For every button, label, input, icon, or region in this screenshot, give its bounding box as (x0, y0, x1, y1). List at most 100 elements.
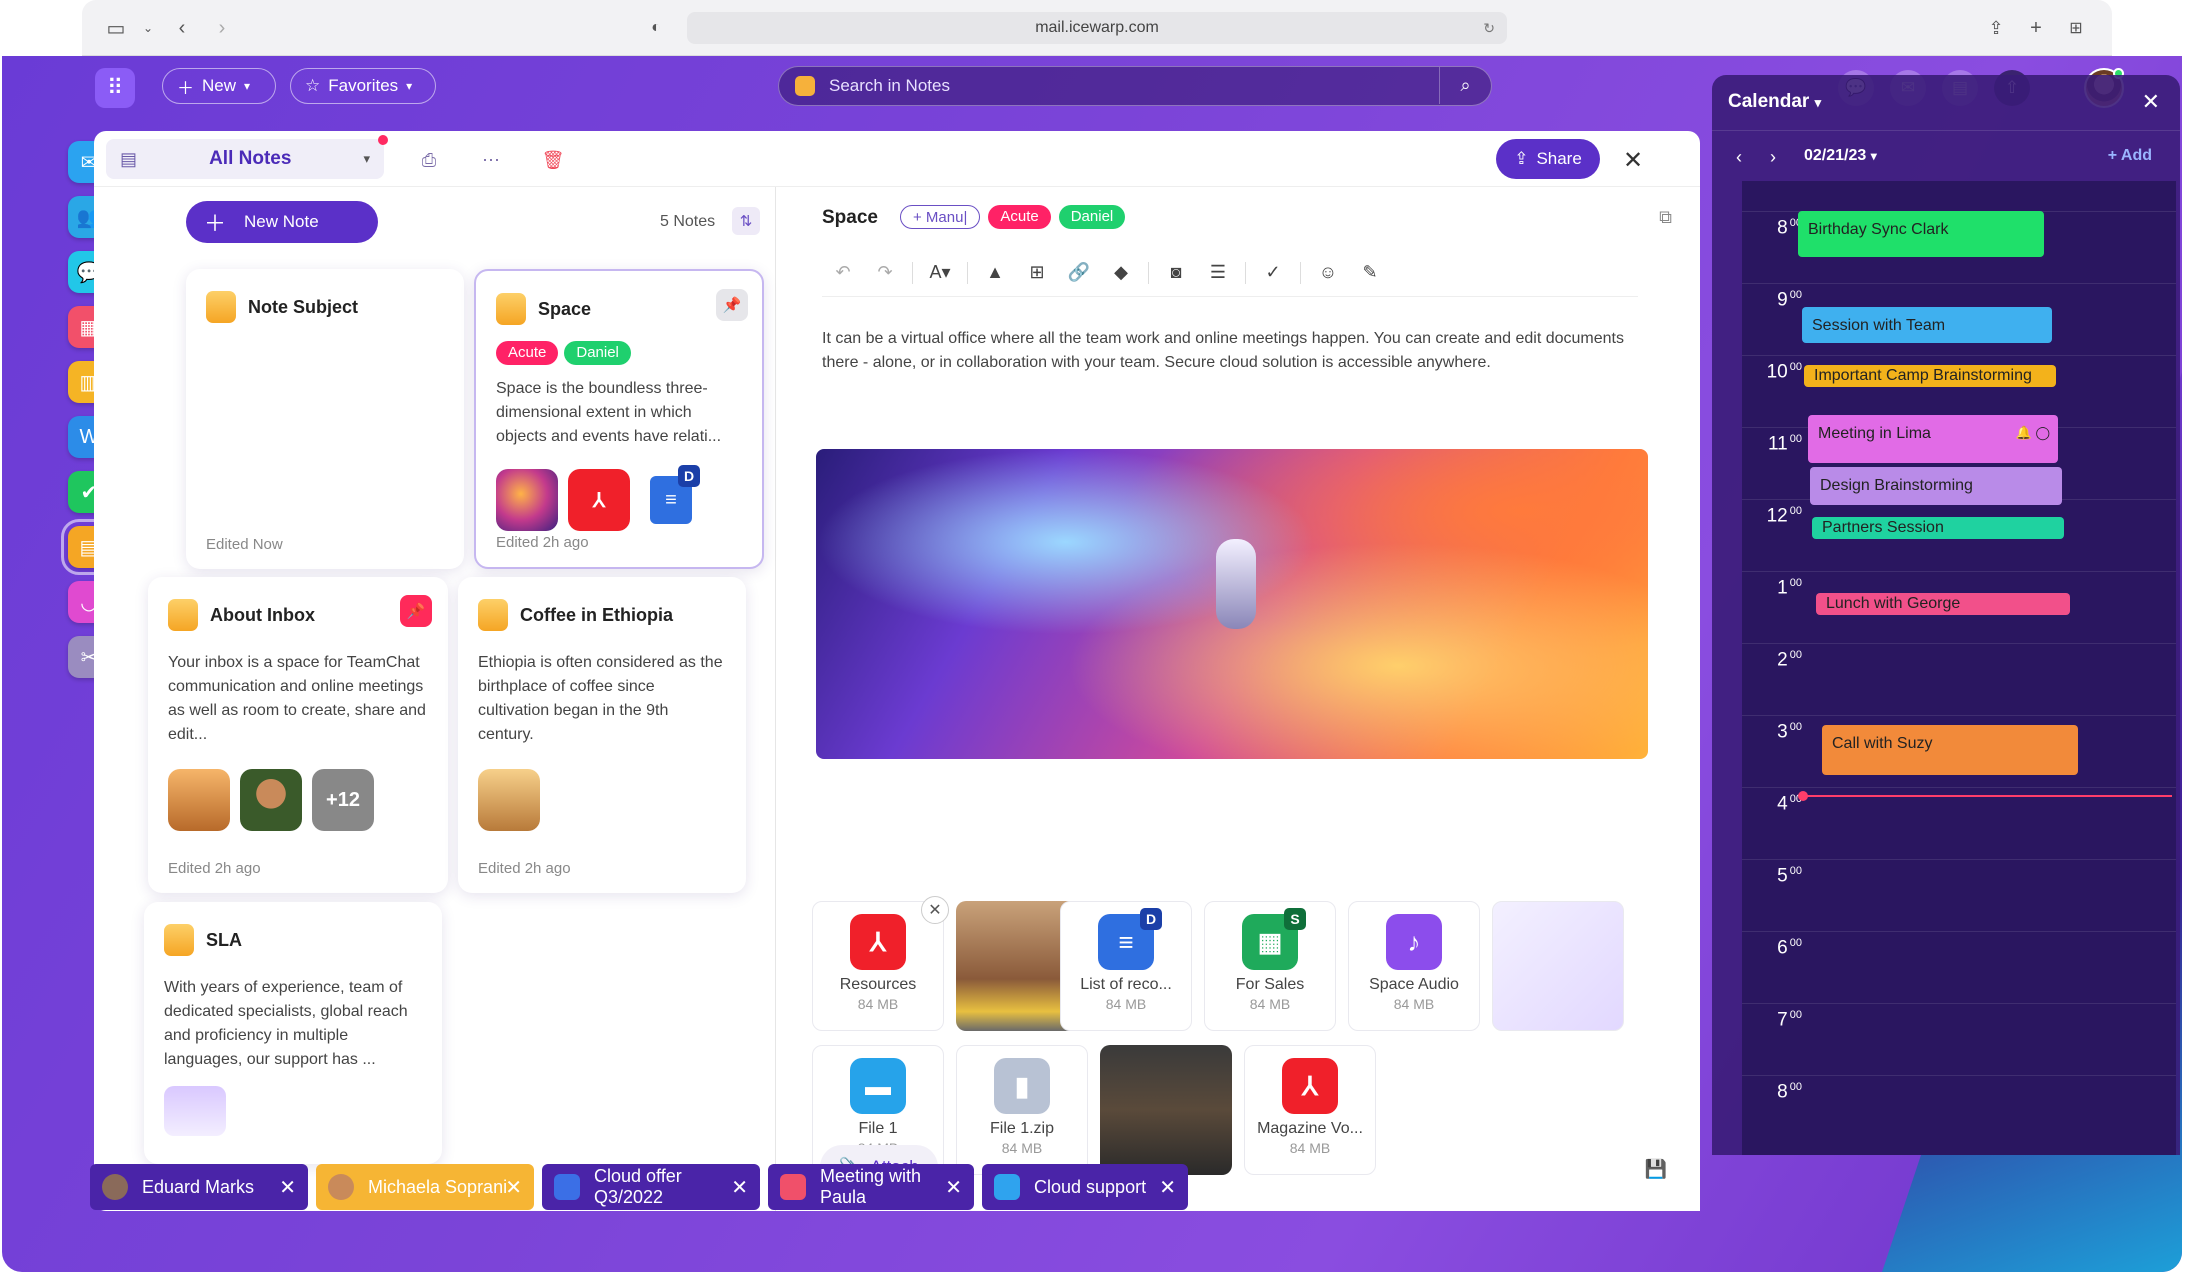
new-tab-icon[interactable]: + (2022, 14, 2050, 42)
checklist-icon[interactable]: ☰ (1197, 262, 1239, 283)
attachment-space-audio[interactable]: ♪ Space Audio 84 MB (1348, 901, 1480, 1031)
share-button[interactable]: ⇪ Share (1496, 139, 1600, 179)
portrait-image-thumb[interactable] (240, 769, 302, 831)
apps-grid-icon[interactable]: ⠿ (95, 68, 135, 108)
next-day-icon[interactable]: › (1770, 147, 1776, 168)
favorites-button[interactable]: ☆ Favorites ▾ (290, 68, 436, 104)
toolbar-divider (912, 261, 913, 284)
sidebar-toggle-icon[interactable]: ▭ (102, 14, 130, 42)
docs-icon[interactable]: ≡ D (640, 465, 702, 531)
pyramids-image-thumb[interactable] (168, 769, 230, 831)
more-attachments[interactable]: +12 (312, 769, 374, 831)
share-icon[interactable]: ⇪ (1982, 14, 2010, 42)
remove-attachment-icon[interactable]: ✕ (921, 896, 949, 924)
print-icon[interactable]: ⎙ (416, 147, 442, 173)
tag-acute[interactable]: Acute (496, 341, 559, 365)
attachment-magazine[interactable]: ⅄ Magazine Vo... 84 MB (1244, 1045, 1376, 1175)
taskbar-tab[interactable]: Eduard Marks ✕ (90, 1164, 308, 1210)
note-card[interactable]: About Inbox 📌 Your inbox is a space for … (148, 577, 448, 893)
calendar-event[interactable]: Session with Team (1802, 307, 2052, 343)
ethiopia-image-thumb[interactable] (478, 769, 540, 831)
spellcheck-icon[interactable]: ✓ (1252, 262, 1294, 283)
taskbar-tab[interactable]: Meeting with Paula ✕ (768, 1164, 974, 1210)
redo-icon[interactable]: ↷ (864, 262, 906, 283)
note-card[interactable]: Note Subject Edited Now (186, 269, 464, 569)
add-event-button[interactable]: + Add (2108, 147, 2152, 165)
prev-day-icon[interactable]: ‹ (1736, 147, 1742, 168)
calendar-title[interactable]: Calendar ▾ (1728, 91, 1821, 113)
note-body: Space is the boundless three-dimensional… (496, 380, 722, 445)
sort-icon[interactable]: ⇅ (732, 207, 760, 235)
space-image-thumb[interactable] (496, 469, 558, 531)
tag-daniel[interactable]: Daniel (1058, 205, 1126, 229)
calendar-event[interactable]: Meeting in Lima 🔔 ◯ (1808, 415, 2058, 463)
note-card-selected[interactable]: Space 📌 Acute Daniel Space is the boundl… (474, 269, 764, 569)
calendar-event[interactable]: Design Brainstorming (1810, 467, 2062, 505)
save-icon[interactable]: 💾 (1642, 1155, 1670, 1183)
url-bar[interactable]: mail.icewarp.com ↻ (687, 12, 1507, 44)
taskbar-tab[interactable]: Cloud offer Q3/2022 ✕ (542, 1164, 760, 1210)
pdf-icon[interactable]: ⅄ (568, 469, 630, 531)
attachment-resources[interactable]: ⅄ Resources 84 MB ✕ (812, 896, 949, 1031)
attachment-list-of-reco[interactable]: ≡ D List of reco... 84 MB (1060, 901, 1192, 1031)
tab-overview-icon[interactable]: ⊞ (2062, 14, 2090, 42)
close-icon[interactable]: ✕ (1618, 145, 1648, 175)
table-icon[interactable]: ⊞ (1016, 262, 1058, 283)
close-tab-icon[interactable]: ✕ (505, 1175, 522, 1200)
reload-icon[interactable]: ↻ (1483, 12, 1495, 44)
popout-icon[interactable]: ⧉ (1659, 207, 1672, 228)
pin-icon[interactable]: 📌 (400, 595, 432, 627)
note-card[interactable]: Coffee in Ethiopia Ethiopia is often con… (458, 577, 746, 893)
trash-icon[interactable]: 🗑 (540, 147, 566, 173)
calendar-event[interactable]: Birthday Sync Clark (1798, 211, 2044, 257)
attachment-file-1-zip[interactable]: ▮ File 1.zip 84 MB (956, 1045, 1088, 1175)
pen-icon[interactable]: ✎ (1349, 262, 1391, 283)
search-input[interactable]: Search in Notes ⌕ (778, 66, 1492, 106)
calendar-date[interactable]: 02/21/23 ▾ (1804, 147, 1877, 165)
calendar-event[interactable]: Lunch with George (1816, 593, 2070, 615)
editor-body-text[interactable]: It can be a virtual office where all the… (822, 327, 1652, 375)
undo-icon[interactable]: ↶ (822, 262, 864, 283)
link-icon[interactable]: 🔗 (1058, 262, 1100, 283)
new-button[interactable]: ＋ New ▾ (162, 68, 276, 104)
image-icon[interactable]: ▲ (974, 262, 1016, 283)
camera-icon[interactable]: ◙ (1155, 262, 1197, 283)
pin-icon[interactable]: 📌 (716, 289, 748, 321)
back-icon[interactable]: ‹ (168, 14, 196, 42)
search-icon[interactable]: ⌕ (1439, 67, 1491, 104)
close-icon[interactable]: ✕ (2142, 89, 2160, 115)
close-tab-icon[interactable]: ✕ (1159, 1175, 1176, 1200)
tag-acute[interactable]: Acute (988, 205, 1051, 229)
close-tab-icon[interactable]: ✕ (945, 1175, 962, 1200)
illustration-attachment[interactable] (1492, 901, 1624, 1031)
emoji-icon[interactable]: ☺ (1307, 262, 1349, 283)
hour-value: 4 (1777, 793, 1788, 815)
magazine-screenshot-attachment[interactable] (1100, 1045, 1232, 1175)
calendar-event[interactable]: Call with Suzy (1822, 725, 2078, 775)
attachment-for-sales[interactable]: ▦ S For Sales 84 MB (1204, 901, 1336, 1031)
folder-selector[interactable]: ▤ All Notes ▾ (106, 135, 388, 179)
close-tab-icon[interactable]: ✕ (279, 1175, 296, 1200)
sla-image-thumb[interactable] (164, 1086, 226, 1136)
taskbar-tab[interactable]: Michaela Soprani ✕ (316, 1164, 534, 1210)
space-astronaut-image[interactable] (816, 449, 1648, 759)
more-options-icon[interactable]: ⋯ (478, 147, 504, 173)
hour-label: 3 00 (1752, 721, 1802, 743)
close-tab-icon[interactable]: ✕ (731, 1175, 748, 1200)
calendar-event[interactable]: Important Camp Brainstorming (1804, 365, 2056, 387)
new-note-button[interactable]: ＋ New Note (186, 201, 378, 243)
taskbar-tab[interactable]: Cloud support ✕ (982, 1164, 1188, 1210)
editor-title[interactable]: Space (822, 207, 878, 229)
note-card[interactable]: SLA With years of experience, team of de… (144, 902, 442, 1164)
note-body: With years of experience, team of dedica… (164, 979, 408, 1068)
reminder-bell-icon[interactable]: 🔔 ◯ (2016, 425, 2050, 441)
dropbox-icon[interactable]: ◆ (1100, 262, 1142, 283)
text-format-icon[interactable]: A▾ (919, 262, 961, 283)
tag-daniel[interactable]: Daniel (564, 341, 631, 365)
calendar-event[interactable]: Partners Session (1812, 517, 2064, 539)
chevron-down-icon[interactable]: ⌄ (134, 14, 162, 42)
favorites-label: Favorites (328, 76, 399, 95)
tag-input[interactable]: + Manu| (900, 205, 981, 229)
forward-icon[interactable]: › (208, 14, 236, 42)
shield-icon[interactable]: ◐ (642, 14, 670, 42)
